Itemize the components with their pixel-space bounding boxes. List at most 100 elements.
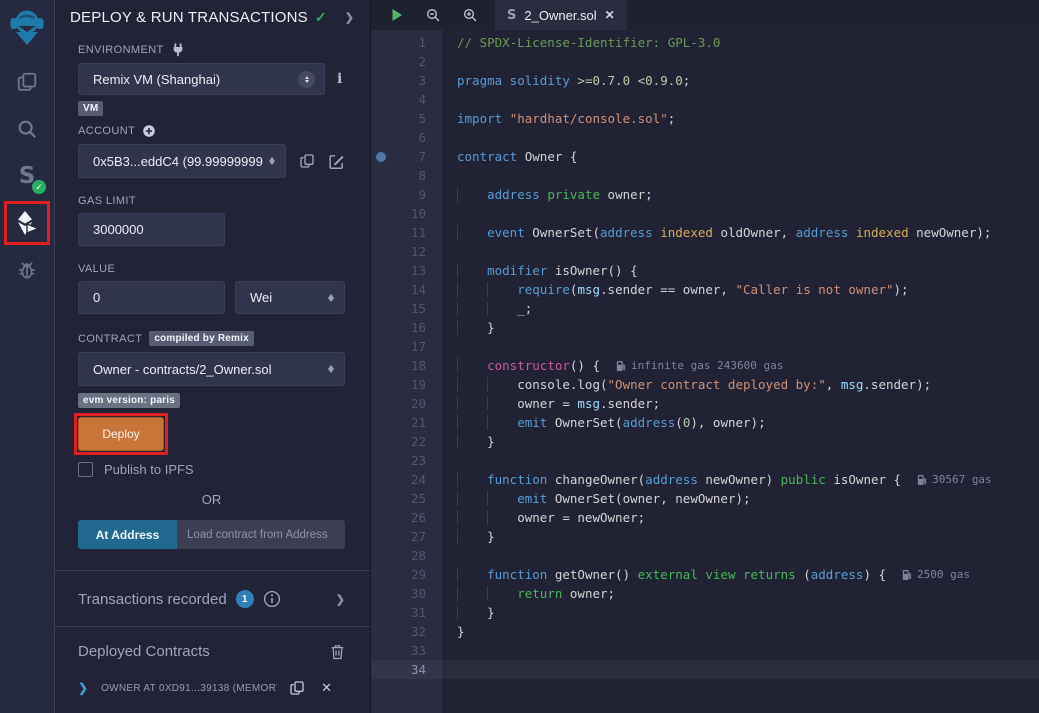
code-line[interactable]: 16 }	[371, 318, 1039, 337]
code-line[interactable]: 2	[371, 52, 1039, 71]
environment-select[interactable]: Remix VM (Shanghai)	[78, 63, 325, 95]
code-line[interactable]: 25 emit OwnerSet(owner, newOwner);	[371, 489, 1039, 508]
line-number[interactable]: 17	[371, 339, 442, 354]
line-number[interactable]: 26	[371, 510, 442, 525]
code-line[interactable]: 10	[371, 204, 1039, 223]
code-line[interactable]: 33	[371, 641, 1039, 660]
value-input[interactable]	[78, 281, 225, 314]
line-number[interactable]: 24	[371, 472, 442, 487]
line-number[interactable]: 8	[371, 168, 442, 183]
line-number[interactable]: 10	[371, 206, 442, 221]
line-number[interactable]: 23	[371, 453, 442, 468]
code-line[interactable]: 18 constructor() {infinite gas 243600 ga…	[371, 356, 1039, 375]
breakpoint-icon[interactable]	[376, 152, 386, 162]
value-unit-select[interactable]: Wei	[235, 281, 345, 314]
sign-message-icon[interactable]	[328, 153, 345, 170]
run-script-icon[interactable]	[390, 8, 404, 22]
line-number[interactable]: 3	[371, 73, 442, 88]
contract-select[interactable]: Owner - contracts/2_Owner.sol	[78, 352, 345, 386]
line-number[interactable]: 30	[371, 586, 442, 601]
code-line[interactable]: 8	[371, 166, 1039, 185]
code-line[interactable]: 26 owner = newOwner;	[371, 508, 1039, 527]
line-number[interactable]: 13	[371, 263, 442, 278]
line-number[interactable]: 5	[371, 111, 442, 126]
code-line[interactable]: 29 function getOwner() external view ret…	[371, 565, 1039, 584]
zoom-out-icon[interactable]	[425, 7, 441, 23]
code-line[interactable]: 32}	[371, 622, 1039, 641]
zoom-in-icon[interactable]	[462, 7, 478, 23]
line-number[interactable]: 32	[371, 624, 442, 639]
code-line[interactable]: 28	[371, 546, 1039, 565]
debugger-icon[interactable]	[12, 255, 42, 285]
line-number[interactable]: 29	[371, 567, 442, 582]
code-line[interactable]: 19 console.log("Owner contract deployed …	[371, 375, 1039, 394]
code-line[interactable]: 12	[371, 242, 1039, 261]
line-number[interactable]: 2	[371, 54, 442, 69]
transactions-info-icon[interactable]	[263, 590, 281, 608]
line-number[interactable]: 31	[371, 605, 442, 620]
search-icon[interactable]	[12, 114, 42, 144]
code-line[interactable]: 34	[371, 660, 1039, 679]
code-line[interactable]: 6	[371, 128, 1039, 147]
code-line[interactable]: 14 require(msg.sender == owner, "Caller …	[371, 280, 1039, 299]
line-number[interactable]: 6	[371, 130, 442, 145]
line-number[interactable]: 21	[371, 415, 442, 430]
code-line[interactable]: 20 owner = msg.sender;	[371, 394, 1039, 413]
line-number[interactable]: 27	[371, 529, 442, 544]
environment-info-icon[interactable]: i	[337, 71, 342, 87]
deploy-and-run-icon[interactable]	[12, 208, 42, 238]
deploy-button[interactable]: Deploy	[78, 417, 164, 451]
code-line[interactable]: 22 }	[371, 432, 1039, 451]
clear-deployed-trash-icon[interactable]	[330, 644, 345, 660]
line-number[interactable]: 1	[371, 35, 442, 50]
line-number[interactable]: 12	[371, 244, 442, 259]
code-line[interactable]: 17	[371, 337, 1039, 356]
code-line[interactable]: 9 address private owner;	[371, 185, 1039, 204]
line-number[interactable]: 22	[371, 434, 442, 449]
gas-limit-input[interactable]	[78, 213, 225, 246]
code-area[interactable]: 1// SPDX-License-Identifier: GPL-3.0 2 3pr…	[371, 30, 1039, 713]
close-tab-icon[interactable]: ✕	[605, 8, 615, 22]
code-line[interactable]: 4	[371, 90, 1039, 109]
code-line[interactable]: 21 emit OwnerSet(address(0), owner);	[371, 413, 1039, 432]
at-address-button[interactable]: At Address	[78, 520, 177, 549]
account-select[interactable]: 0x5B3...eddC4 (99.99999999	[78, 144, 286, 178]
copy-account-icon[interactable]	[299, 153, 315, 169]
line-number[interactable]: 14	[371, 282, 442, 297]
line-number[interactable]: 18	[371, 358, 442, 373]
code-line[interactable]: 27 }	[371, 527, 1039, 546]
line-number[interactable]: 33	[371, 643, 442, 658]
collapse-panel-chevron-icon[interactable]: ❯	[345, 11, 354, 24]
tab-2-owner-sol[interactable]: S 2_Owner.sol ✕	[495, 0, 627, 30]
solidity-compiler-icon[interactable]: S ✓	[12, 161, 42, 191]
line-number[interactable]: 34	[371, 662, 442, 677]
copy-contract-icon[interactable]	[289, 680, 305, 696]
code-line[interactable]: 3pragma solidity >=0.7.0 <0.9.0;	[371, 71, 1039, 90]
line-number[interactable]: 9	[371, 187, 442, 202]
line-number[interactable]: 11	[371, 225, 442, 240]
code-line[interactable]: 1// SPDX-License-Identifier: GPL-3.0	[371, 33, 1039, 52]
add-account-icon[interactable]	[142, 124, 156, 138]
line-number[interactable]: 25	[371, 491, 442, 506]
expand-contract-chevron-icon[interactable]: ❯	[78, 681, 88, 695]
code-line[interactable]: 24 function changeOwner(address newOwner…	[371, 470, 1039, 489]
code-line[interactable]: 23	[371, 451, 1039, 470]
code-line[interactable]: 13 modifier isOwner() {	[371, 261, 1039, 280]
code-line[interactable]: 31 }	[371, 603, 1039, 622]
transactions-expand-chevron-icon[interactable]: ❯	[336, 593, 345, 606]
line-number[interactable]: 20	[371, 396, 442, 411]
code-line[interactable]: 15 _;	[371, 299, 1039, 318]
code-line[interactable]: 30 return owner;	[371, 584, 1039, 603]
line-number[interactable]: 16	[371, 320, 442, 335]
code-line[interactable]: 7contract Owner {	[371, 147, 1039, 166]
line-number[interactable]: 15	[371, 301, 442, 316]
line-number[interactable]: 4	[371, 92, 442, 107]
file-explorer-icon[interactable]	[12, 67, 42, 97]
line-number[interactable]: 19	[371, 377, 442, 392]
remove-contract-icon[interactable]: ✕	[321, 680, 332, 696]
deployed-contract-row[interactable]: ❯ OWNER AT 0XD91...39138 (MEMORY) ✕	[55, 660, 370, 696]
remix-logo-icon[interactable]	[4, 5, 50, 51]
at-address-input[interactable]	[177, 520, 345, 549]
line-number[interactable]: 28	[371, 548, 442, 563]
publish-ipfs-checkbox[interactable]	[78, 462, 93, 477]
